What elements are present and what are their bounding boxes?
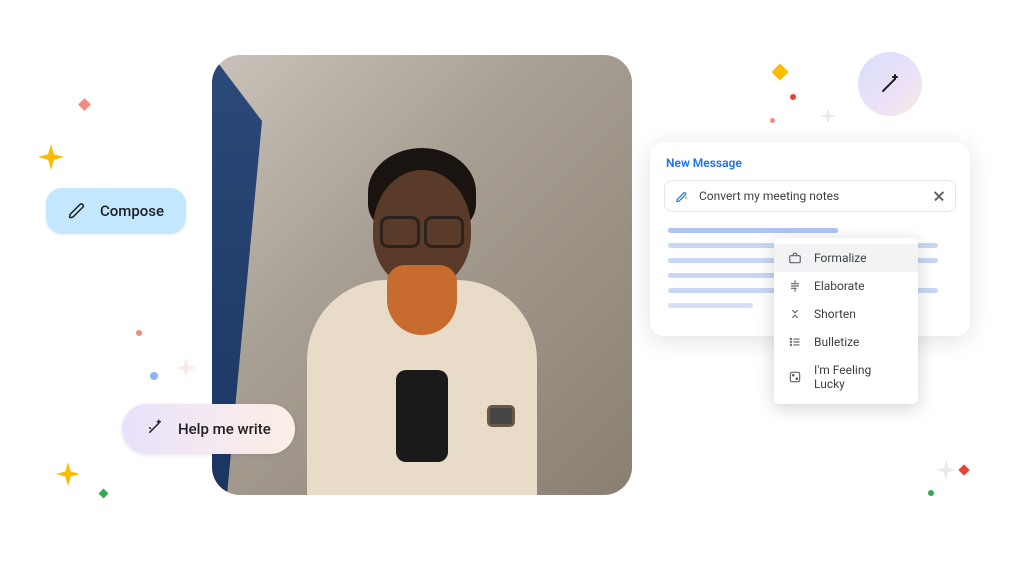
refine-dropdown: Formalize Elaborate Shorten	[774, 238, 918, 404]
dot-icon	[790, 94, 796, 100]
pen-sparkle-icon	[675, 189, 689, 203]
text-expand-icon	[788, 279, 802, 293]
sparkle-icon	[56, 462, 80, 486]
menu-item-label: I'm Feeling Lucky	[814, 363, 904, 391]
menu-item-label: Formalize	[814, 251, 867, 265]
close-icon[interactable]	[933, 190, 945, 202]
menu-item-label: Shorten	[814, 307, 856, 321]
diamond-icon	[958, 464, 969, 475]
menu-item-label: Elaborate	[814, 279, 865, 293]
help-me-write-button[interactable]: Help me write	[122, 404, 295, 454]
dot-icon	[150, 372, 158, 380]
sparkle-icon	[38, 144, 64, 170]
collapse-icon	[788, 307, 802, 321]
wand-icon	[146, 418, 164, 440]
compose-button[interactable]: Compose	[46, 188, 186, 234]
menu-item-shorten[interactable]: Shorten	[774, 300, 918, 328]
help-me-write-label: Help me write	[178, 420, 271, 438]
dot-icon	[770, 118, 775, 123]
card-title: New Message	[650, 142, 970, 180]
briefcase-icon	[788, 251, 802, 265]
compose-label: Compose	[100, 202, 164, 220]
menu-item-label: Bulletize	[814, 335, 859, 349]
menu-item-elaborate[interactable]: Elaborate	[774, 272, 918, 300]
magic-wand-badge	[858, 52, 922, 116]
menu-item-feeling-lucky[interactable]: I'm Feeling Lucky	[774, 356, 918, 398]
list-icon	[788, 335, 802, 349]
dice-icon	[788, 370, 802, 384]
diamond-icon	[99, 489, 109, 499]
dot-icon	[928, 490, 934, 496]
sparkle-icon	[820, 108, 836, 124]
menu-item-bulletize[interactable]: Bulletize	[774, 328, 918, 356]
diamond-icon	[772, 64, 789, 81]
prompt-text: Convert my meeting notes	[699, 189, 923, 203]
dot-icon	[136, 330, 142, 336]
menu-item-formalize[interactable]: Formalize	[774, 244, 918, 272]
diamond-icon	[78, 98, 91, 111]
prompt-input[interactable]: Convert my meeting notes	[664, 180, 956, 212]
sparkle-icon	[176, 358, 196, 378]
sparkle-icon	[936, 460, 956, 480]
pencil-icon	[68, 202, 86, 220]
